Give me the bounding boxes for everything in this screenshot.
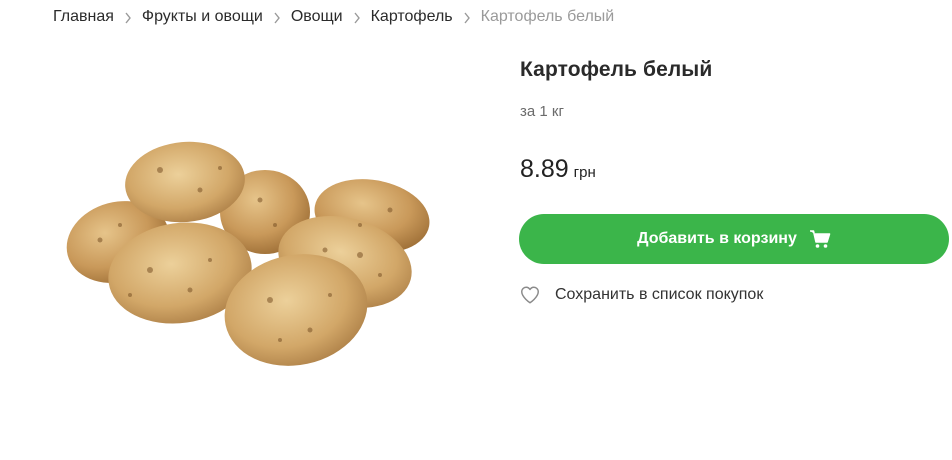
potatoes-image [66, 141, 430, 366]
chevron-right-icon [343, 10, 371, 25]
price-value: 8.89 [520, 155, 569, 183]
breadcrumb-potatoes[interactable]: Картофель [371, 8, 453, 26]
product-title: Картофель белый [520, 58, 713, 81]
chevron-right-icon [453, 10, 481, 25]
save-list-label: Сохранить в список покупок [555, 286, 764, 303]
chevron-right-icon [114, 10, 142, 25]
add-to-cart-button[interactable]: Добавить в корзину [519, 214, 949, 264]
add-to-cart-label: Добавить в корзину [637, 230, 797, 247]
cart-icon [809, 229, 831, 249]
breadcrumb: Главная Фрукты и овощи Овощи Картофель К… [53, 6, 614, 28]
product-page: Главная Фрукты и овощи Овощи Картофель К… [0, 0, 952, 460]
breadcrumb-vegetables[interactable]: Овощи [291, 8, 343, 26]
product-image [60, 130, 440, 380]
breadcrumb-fruits-vegetables[interactable]: Фрукты и овощи [142, 8, 263, 26]
breadcrumb-current: Картофель белый [480, 8, 615, 25]
product-unit: за 1 кг [520, 103, 564, 120]
breadcrumb-home[interactable]: Главная [53, 8, 114, 26]
chevron-right-icon [263, 10, 291, 25]
heart-icon [519, 284, 541, 306]
save-to-shopping-list[interactable]: Сохранить в список покупок [519, 284, 763, 306]
product-price: 8.89 грн [520, 155, 596, 184]
price-currency: грн [573, 164, 596, 181]
